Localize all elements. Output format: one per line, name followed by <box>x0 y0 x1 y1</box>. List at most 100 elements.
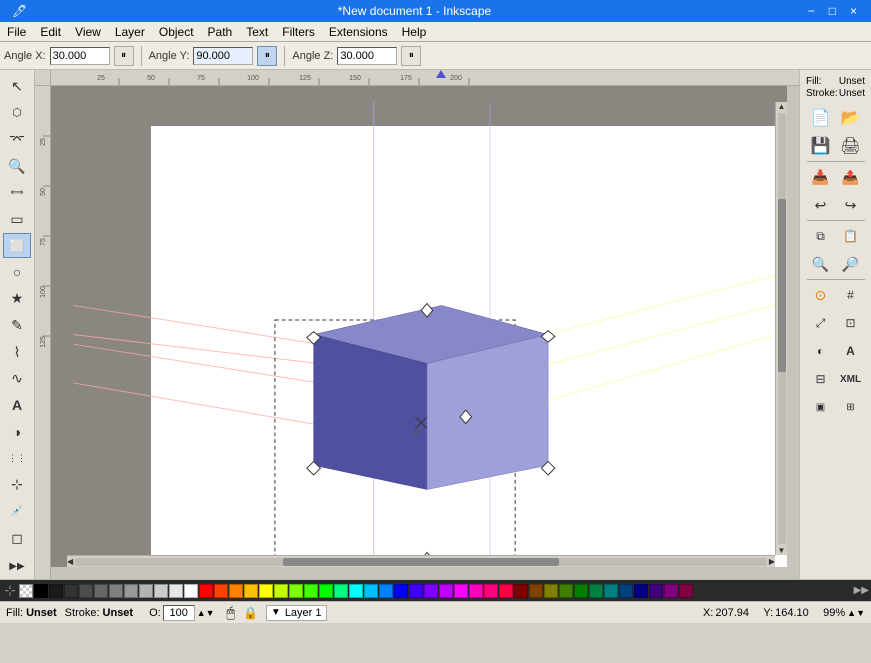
layer-indicator[interactable]: ▼ Layer 1 <box>266 605 327 621</box>
color-swatch[interactable] <box>64 584 78 598</box>
layers-button[interactable]: ⊟ <box>807 366 835 392</box>
gradient-tool[interactable]: ◑ <box>3 420 31 445</box>
color-swatch[interactable] <box>214 584 228 598</box>
angle-z-input[interactable] <box>337 47 397 65</box>
selector-tool[interactable]: ↖ <box>3 74 31 99</box>
eraser-tool[interactable]: ◻ <box>3 526 31 551</box>
text-props-button[interactable]: A <box>837 338 865 364</box>
color-swatch[interactable] <box>49 584 63 598</box>
cursor-tool-icon[interactable]: 🖱 <box>227 604 235 621</box>
connector-tool[interactable]: ⊹ <box>3 473 31 498</box>
menu-text[interactable]: Text <box>239 24 275 40</box>
new-file-button[interactable]: 📄 <box>807 105 835 131</box>
color-swatch[interactable] <box>409 584 423 598</box>
color-swatch[interactable] <box>454 584 468 598</box>
opacity-input[interactable] <box>163 605 195 621</box>
color-swatch[interactable] <box>319 584 333 598</box>
zoom-in-button[interactable]: 🔍 <box>807 251 835 277</box>
import-button[interactable]: 📥 <box>807 164 835 190</box>
angle-x-lock-button[interactable]: ⏸ <box>114 46 134 66</box>
hscroll-thumb[interactable] <box>283 558 560 566</box>
calligraphy-tool[interactable]: ∿ <box>3 366 31 391</box>
scroll-left-button[interactable]: ◀ <box>67 557 73 566</box>
menu-object[interactable]: Object <box>152 24 201 40</box>
angle-y-input[interactable] <box>193 47 253 65</box>
pencil-tool[interactable]: ✎ <box>3 313 31 338</box>
color-swatch[interactable] <box>244 584 258 598</box>
angle-x-input[interactable] <box>50 47 110 65</box>
color-swatch[interactable] <box>259 584 273 598</box>
color-swatch[interactable] <box>604 584 618 598</box>
menu-edit[interactable]: Edit <box>33 24 68 40</box>
transform-button[interactable]: ⤢ <box>807 310 835 336</box>
close-button[interactable]: × <box>844 4 863 18</box>
angle-z-lock-button[interactable]: ⏸ <box>401 46 421 66</box>
color-swatch[interactable] <box>394 584 408 598</box>
color-swatch[interactable] <box>169 584 183 598</box>
maximize-button[interactable]: □ <box>823 4 842 18</box>
color-swatch[interactable] <box>274 584 288 598</box>
angle-y-lock-button[interactable]: ⏸ <box>257 46 277 66</box>
ellipse-tool[interactable]: ○ <box>3 260 31 285</box>
menu-extensions[interactable]: Extensions <box>322 24 395 40</box>
xml-editor-button[interactable]: XML <box>837 366 865 392</box>
color-swatch[interactable] <box>574 584 588 598</box>
color-swatch[interactable] <box>229 584 243 598</box>
color-swatch[interactable] <box>559 584 573 598</box>
color-swatch[interactable] <box>589 584 603 598</box>
transparent-swatch[interactable] <box>19 584 33 598</box>
star-tool[interactable]: ★ <box>3 287 31 312</box>
pen-tool[interactable]: ⌇ <box>3 340 31 365</box>
tweak-tool[interactable]: ⌤ <box>3 127 31 152</box>
zoom-fit-drawing[interactable]: ⊞ <box>837 394 865 420</box>
color-swatch[interactable] <box>469 584 483 598</box>
drawing-canvas[interactable]: ◀ ▶ ▲ ▼ <box>51 86 787 567</box>
object-props-button[interactable]: ⊡ <box>837 310 865 336</box>
text-tool[interactable]: A <box>3 393 31 418</box>
print-button[interactable]: 🖨 <box>837 133 865 159</box>
color-swatch[interactable] <box>334 584 348 598</box>
menu-view[interactable]: View <box>68 24 108 40</box>
scroll-right-button[interactable]: ▶ <box>769 557 775 566</box>
color-swatch[interactable] <box>619 584 633 598</box>
color-swatch[interactable] <box>634 584 648 598</box>
scroll-down-button[interactable]: ▼ <box>778 546 786 555</box>
color-swatch[interactable] <box>499 584 513 598</box>
color-swatch[interactable] <box>304 584 318 598</box>
color-swatch[interactable] <box>289 584 303 598</box>
more-tools-button[interactable]: ▶▶ <box>3 554 31 579</box>
color-swatch[interactable] <box>544 584 558 598</box>
redo-button[interactable]: ↪ <box>837 192 865 218</box>
node-editor-tool[interactable]: ⬡ <box>3 101 31 126</box>
color-swatch[interactable] <box>79 584 93 598</box>
paste-button[interactable]: 📋 <box>837 223 865 249</box>
menu-file[interactable]: File <box>0 24 33 40</box>
grid-toggle[interactable]: # <box>837 282 865 308</box>
rect-tool[interactable]: ▭ <box>3 207 31 232</box>
export-button[interactable]: 📤 <box>837 164 865 190</box>
canvas-area[interactable]: 25 50 75 100 125 150 175 200 <box>35 70 799 579</box>
color-swatch[interactable] <box>379 584 393 598</box>
minimize-button[interactable]: − <box>802 4 821 18</box>
color-swatch[interactable] <box>139 584 153 598</box>
color-swatch[interactable] <box>364 584 378 598</box>
open-file-button[interactable]: 📂 <box>837 105 865 131</box>
horizontal-scrollbar[interactable]: ◀ ▶ <box>67 555 775 567</box>
color-swatch[interactable] <box>184 584 198 598</box>
color-swatch[interactable] <box>124 584 138 598</box>
color-swatch[interactable] <box>664 584 678 598</box>
vscroll-thumb[interactable] <box>778 199 786 371</box>
color-swatch[interactable] <box>349 584 363 598</box>
copy-button[interactable]: ⧉ <box>807 223 835 249</box>
eyedropper-tool[interactable]: 💉 <box>3 499 31 524</box>
menu-filters[interactable]: Filters <box>275 24 322 40</box>
color-swatch[interactable] <box>94 584 108 598</box>
menu-path[interactable]: Path <box>201 24 240 40</box>
lock-icon[interactable]: 🔒 <box>243 606 258 620</box>
measure-tool[interactable]: ⟺ <box>3 180 31 205</box>
fill-stroke-button[interactable]: ◐ <box>807 338 835 364</box>
color-swatch[interactable] <box>484 584 498 598</box>
zoom-fit-page[interactable]: ▣ <box>807 394 835 420</box>
snap-toggle[interactable]: ⊙ <box>807 282 835 308</box>
color-swatch[interactable] <box>679 584 693 598</box>
